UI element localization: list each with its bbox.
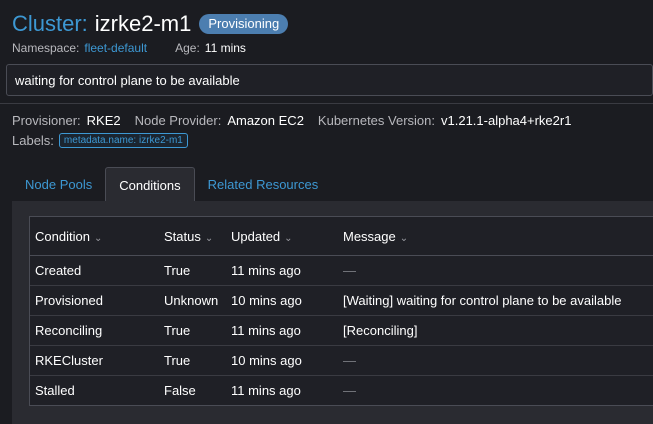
header-status-label: Status [164,228,201,244]
sort-icon: ⌄ [204,232,214,244]
namespace-label: Namespace: [12,41,80,55]
table-row: Created True 11 mins ago — [30,256,653,286]
details-row: Provisioner: RKE2 Node Provider: Amazon … [12,113,585,128]
cell-condition: Created [35,263,82,278]
k8s-version-value: v1.21.1-alpha4+rke2r1 [441,113,572,128]
cell-status: Unknown [164,293,219,308]
divider [0,103,653,104]
cell-status: True [164,263,191,278]
labels-label: Labels: [12,133,54,148]
state-badge: Provisioning [199,14,289,34]
cell-updated: 10 mins ago [231,353,302,368]
sort-icon: ⌄ [93,232,103,244]
cluster-header: Cluster: izrke2-m1 Provisioning Namespac… [12,10,653,55]
cell-status: True [164,353,191,368]
header-status[interactable]: Status ⌄ [164,229,231,244]
table-row: Reconciling True 11 mins ago [Reconcilin… [30,316,653,346]
tab-panel: Condition ⌄ Status ⌄ Updated ⌄ Message ⌄ Cre… [12,201,653,424]
cell-updated: 11 mins ago [231,383,301,398]
age-value: 11 mins [204,41,246,55]
cell-condition: Reconciling [35,323,103,338]
header-updated[interactable]: Updated ⌄ [231,229,343,244]
tab-conditions[interactable]: Conditions [105,167,195,202]
header-condition[interactable]: Condition ⌄ [30,229,164,244]
label-chip: metadata.name: izrke2-m1 [58,133,188,148]
cell-condition: Stalled [35,383,75,398]
cell-condition: RKECluster [35,353,103,368]
cell-message: [Reconciling] [343,323,418,338]
header-message[interactable]: Message ⌄ [343,229,653,244]
cell-updated: 11 mins ago [231,263,301,278]
cell-message: [Waiting] waiting for control plane to b… [343,293,622,308]
title-row: Cluster: izrke2-m1 Provisioning [12,10,653,38]
provisioner-label: Provisioner: [12,113,81,128]
tab-bar: Node Pools Conditions Related Resources [12,167,331,202]
provisioner-value: RKE2 [86,113,121,128]
cluster-name: izrke2-m1 [94,11,192,36]
namespace-link[interactable]: fleet-default [84,41,147,55]
cell-message: — [343,263,356,278]
cell-updated: 11 mins ago [231,323,301,338]
table-header: Condition ⌄ Status ⌄ Updated ⌄ Message ⌄ [30,217,653,256]
labels-row: Labels: metadata.name: izrke2-m1 [12,133,188,148]
table-row: Stalled False 11 mins ago — [30,376,653,405]
header-condition-label: Condition [35,228,90,244]
table-row: Provisioned Unknown 10 mins ago [Waiting… [30,286,653,316]
cell-message: — [343,383,356,398]
conditions-table: Condition ⌄ Status ⌄ Updated ⌄ Message ⌄ Cre… [29,216,653,406]
node-provider-label: Node Provider: [134,113,222,128]
tab-related-resources[interactable]: Related Resources [195,167,332,201]
age-label: Age: [175,41,200,55]
cell-updated: 10 mins ago [231,293,302,308]
node-provider-value: Amazon EC2 [227,113,304,128]
status-banner: waiting for control plane to be availabl… [6,64,653,96]
meta-row: Namespace: fleet-default Age: 11 mins [12,41,653,55]
tab-node-pools[interactable]: Node Pools [12,167,105,201]
header-updated-label: Updated [231,228,281,244]
cell-status: False [164,383,196,398]
title-prefix: Cluster: [12,11,88,36]
k8s-version-label: Kubernetes Version: [317,113,435,128]
sort-icon: ⌄ [399,232,409,244]
cell-status: True [164,323,191,338]
cell-condition: Provisioned [35,293,103,308]
table-row: RKECluster True 10 mins ago — [30,346,653,376]
cell-message: — [343,353,356,368]
sort-icon: ⌄ [284,232,293,244]
header-message-label: Message [343,228,396,244]
